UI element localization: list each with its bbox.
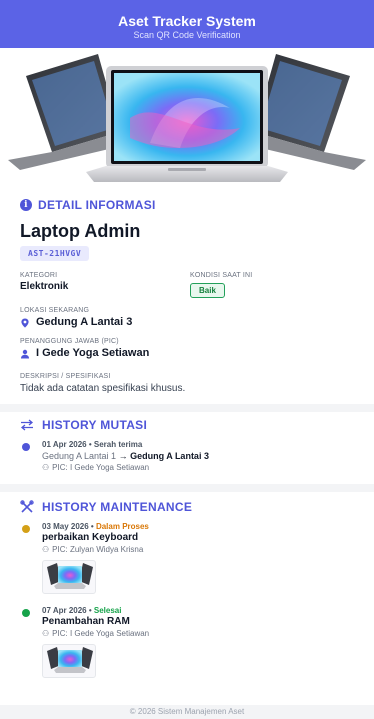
kondisi-field: KONDISI SAAT INI Baik — [190, 271, 360, 298]
page-footer: © 2026 Sistem Manajemen Aset — [0, 705, 374, 719]
kategori-value: Elektronik — [20, 281, 69, 292]
asset-photo — [0, 48, 374, 198]
pic-value: I Gede Yoga Setiawan — [36, 347, 150, 359]
asset-name: Laptop Admin — [20, 221, 141, 241]
maintenance-photo-thumbnail[interactable] — [42, 560, 96, 594]
detail-section-header: i DETAIL INFORMASI — [20, 198, 360, 212]
tools-icon — [20, 500, 34, 513]
section-divider — [0, 404, 374, 412]
lokasi-value: Gedung A Lantai 3 — [36, 316, 133, 328]
arrow-right-icon: → — [118, 451, 128, 461]
kondisi-label: KONDISI SAAT INI — [190, 272, 253, 279]
people-icon: ⚇ — [42, 629, 50, 638]
app-subtitle: Scan QR Code Verification — [133, 30, 241, 40]
maintenance-section: HISTORY MAINTENANCE 03 May 2026 • Dalam … — [20, 500, 360, 678]
detail-section: i DETAIL INFORMASI Laptop Admin AST-21HV… — [20, 198, 360, 395]
lokasi-field: LOKASI SEKARANG Gedung A Lantai 3 — [20, 306, 360, 329]
deskripsi-field: DESKRIPSI / SPESIFIKASI Tidak ada catata… — [20, 372, 360, 395]
mutasi-from: Gedung A Lantai 1 — [42, 451, 117, 461]
kategori-field: KATEGORI Elektronik — [20, 271, 190, 298]
maintenance-pic: ⚇ PIC: I Gede Yoga Setiawan — [42, 628, 360, 639]
mutasi-meta: 01 Apr 2026 • Serah terima — [42, 440, 143, 449]
pic-label: PENANGGUNG JAWAB (PIC) — [20, 338, 119, 345]
laptop-thumbnail-image — [47, 647, 93, 673]
maintenance-pic: ⚇ PIC: Zulyan Widya Krisna — [42, 544, 360, 555]
maintenance-section-header: HISTORY MAINTENANCE — [20, 500, 360, 514]
detail-section-title: DETAIL INFORMASI — [38, 198, 156, 212]
pic-field: PENANGGUNG JAWAB (PIC) I Gede Yoga Setia… — [20, 337, 360, 360]
mutasi-date: 01 Apr 2026 — [42, 440, 87, 449]
timeline-dot — [22, 525, 30, 533]
app-header: Aset Tracker System Scan QR Code Verific… — [0, 0, 374, 48]
mutasi-route: Gedung A Lantai 1 → Gedung A Lantai 3 — [42, 450, 360, 462]
location-pin-icon — [21, 318, 29, 328]
laptop-illustration — [8, 54, 366, 182]
maintenance-title: Penambahan RAM — [42, 616, 130, 627]
category-condition-row: KATEGORI Elektronik KONDISI SAAT INI Bai… — [20, 271, 360, 298]
maintenance-section-title: HISTORY MAINTENANCE — [42, 500, 193, 514]
asset-code-badge: AST-21HVGV — [20, 246, 90, 261]
laptop-thumbnail-image — [47, 563, 93, 589]
deskripsi-value: Tidak ada catatan spesifikasi khusus. — [20, 383, 186, 394]
app-title: Aset Tracker System — [118, 13, 256, 29]
kategori-label: KATEGORI — [20, 272, 58, 279]
people-icon: ⚇ — [42, 545, 50, 554]
swap-arrows-icon — [20, 419, 34, 431]
maintenance-meta: 07 Apr 2026 • Selesai — [42, 606, 122, 615]
timeline-dot — [22, 609, 30, 617]
mutasi-section-title: HISTORY MUTASI — [42, 418, 148, 432]
maintenance-status: Dalam Proses — [95, 522, 149, 531]
maintenance-date: 07 Apr 2026 — [42, 606, 87, 615]
maintenance-pic-text: PIC: I Gede Yoga Setiawan — [52, 629, 150, 638]
timeline-dot — [22, 443, 30, 451]
maintenance-title: perbaikan Keyboard — [42, 532, 139, 543]
mutasi-section: HISTORY MUTASI 01 Apr 2026 • Serah terim… — [20, 418, 360, 473]
maintenance-item: 07 Apr 2026 • Selesai Penambahan RAM ⚇ P… — [20, 606, 360, 678]
mutasi-to: Gedung A Lantai 3 — [130, 451, 209, 461]
maintenance-meta: 03 May 2026 • Dalam Proses — [42, 522, 149, 531]
user-icon — [21, 349, 29, 358]
maintenance-status: Selesai — [93, 606, 122, 615]
mutasi-pic-text: PIC: I Gede Yoga Setiawan — [52, 463, 150, 472]
deskripsi-label: DESKRIPSI / SPESIFIKASI — [20, 373, 111, 380]
people-icon: ⚇ — [42, 463, 50, 472]
maintenance-pic-text: PIC: Zulyan Widya Krisna — [52, 545, 144, 554]
kondisi-badge: Baik — [190, 283, 225, 298]
section-divider — [0, 484, 374, 492]
info-icon: i — [20, 199, 32, 211]
maintenance-photo-thumbnail[interactable] — [42, 644, 96, 678]
mutasi-item: 01 Apr 2026 • Serah terima Gedung A Lant… — [20, 440, 360, 473]
maintenance-item: 03 May 2026 • Dalam Proses perbaikan Key… — [20, 522, 360, 594]
mutasi-type: Serah terima — [93, 440, 143, 449]
mutasi-section-header: HISTORY MUTASI — [20, 418, 360, 432]
maintenance-date: 03 May 2026 — [42, 522, 89, 531]
mutasi-pic: ⚇ PIC: I Gede Yoga Setiawan — [42, 462, 360, 473]
lokasi-label: LOKASI SEKARANG — [20, 307, 90, 314]
